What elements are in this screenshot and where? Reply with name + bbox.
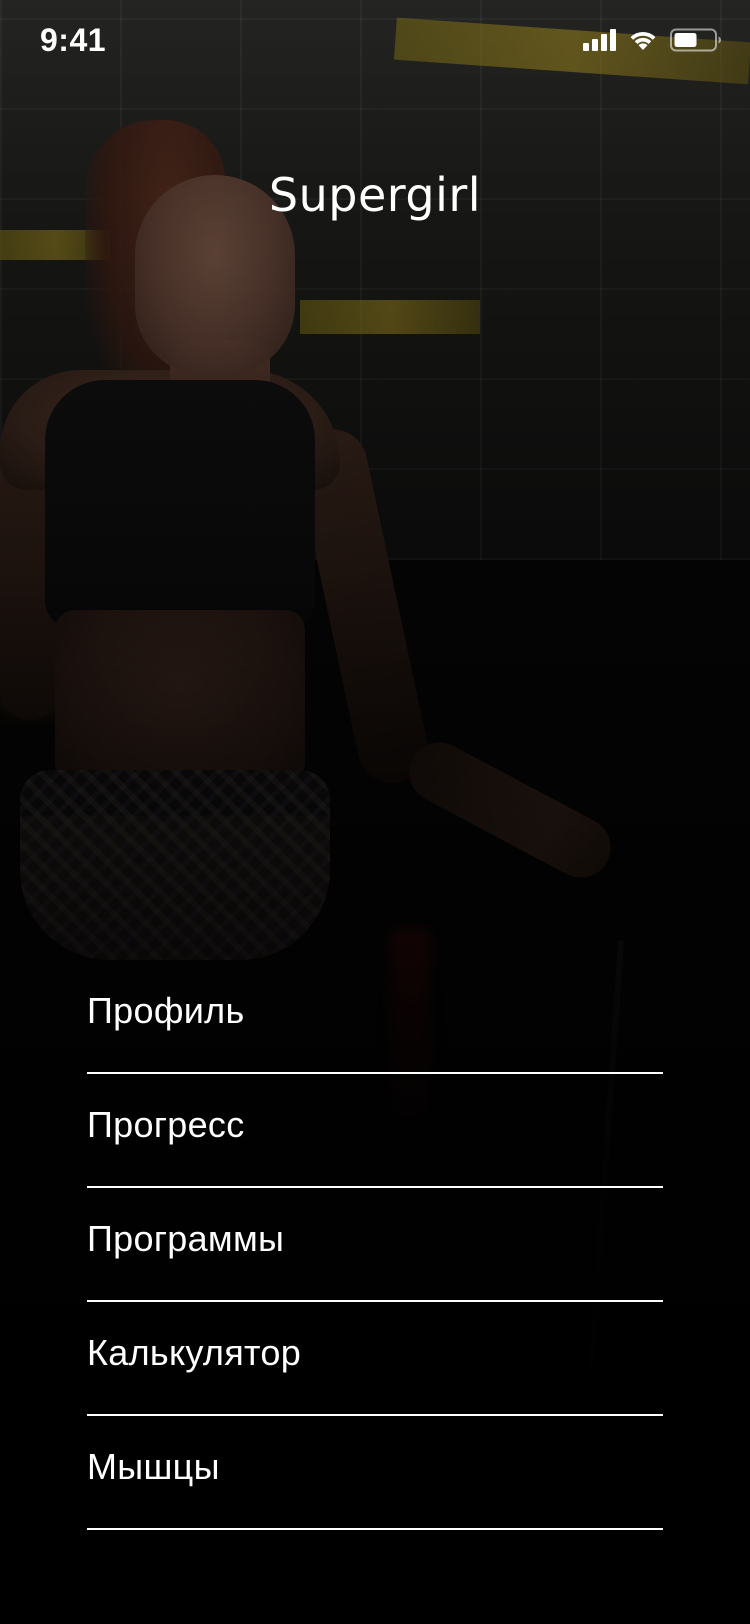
status-time: 9:41 xyxy=(40,22,107,58)
status-bar: 9:41 xyxy=(0,0,750,88)
menu-item-profile[interactable]: Профиль xyxy=(87,960,663,1074)
cellular-signal-icon xyxy=(583,29,616,51)
main-menu: Профиль Прогресс Программы Калькулятор М… xyxy=(87,960,663,1530)
status-icons xyxy=(583,28,722,52)
menu-item-muscles[interactable]: Мышцы xyxy=(87,1416,663,1530)
wifi-icon xyxy=(628,29,658,51)
menu-item-label: Калькулятор xyxy=(87,1332,302,1373)
menu-item-programs[interactable]: Программы xyxy=(87,1188,663,1302)
menu-item-label: Программы xyxy=(87,1218,285,1259)
main-menu-screen: 9:41 Supergirl Профиль Прогресс Программ… xyxy=(0,0,750,1624)
menu-item-calculator[interactable]: Калькулятор xyxy=(87,1302,663,1416)
app-title: Supergirl xyxy=(268,168,482,222)
menu-item-label: Прогресс xyxy=(87,1104,245,1145)
menu-item-label: Профиль xyxy=(87,990,245,1031)
menu-item-label: Мышцы xyxy=(87,1446,220,1487)
battery-icon xyxy=(670,28,722,52)
menu-item-progress[interactable]: Прогресс xyxy=(87,1074,663,1188)
